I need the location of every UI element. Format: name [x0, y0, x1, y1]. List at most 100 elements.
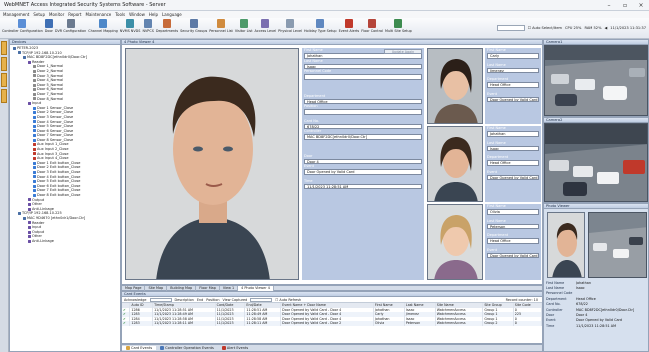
acknowledge-button[interactable]: Acknowledge — [124, 298, 147, 302]
view-captured-input[interactable] — [250, 297, 273, 302]
tab-building-map[interactable]: Building Map — [167, 285, 197, 291]
toolbar-label: Controller Configuration — [2, 29, 43, 33]
menu-monitor[interactable]: Monitor — [49, 12, 64, 17]
nvms-nvds-icon — [126, 19, 135, 28]
toolbar-controller-configuration-button[interactable]: Controller Configuration — [2, 18, 43, 33]
camera1-panel: Camera1 — [543, 39, 649, 117]
toolbar-label: Visitor List — [234, 29, 253, 33]
cpu-usage: CPU 25% — [565, 26, 582, 30]
camera2-feed[interactable] — [544, 123, 648, 202]
tree-node-icon — [33, 170, 36, 174]
close-button[interactable]: × — [633, 2, 649, 9]
tree-node[interactable]: Anti-Linkage — [11, 239, 120, 244]
door-value: Door 4 — [576, 313, 588, 318]
toolbar-security-groups-button[interactable]: Security Groups — [180, 18, 207, 33]
toolbar-access-level-button[interactable]: Access Level — [255, 18, 276, 33]
menu-management[interactable]: Management — [3, 12, 29, 17]
side-detail-row: Time 11/1/2023 11:28:51 AM — [546, 323, 648, 328]
tree-node-icon — [28, 239, 31, 243]
dock-tab-4[interactable] — [1, 89, 7, 103]
maximize-button[interactable]: ▫ — [617, 2, 633, 9]
tree-node-icon — [33, 184, 36, 188]
search-field[interactable] — [496, 25, 525, 31]
menu-tools[interactable]: Tools — [115, 12, 125, 17]
tree-node-icon — [13, 46, 16, 50]
menu-help[interactable]: Help — [149, 12, 158, 17]
toolbar-multi-site-setup-button[interactable]: Multi Site Setup — [385, 18, 412, 33]
tab-controller-operation-events[interactable]: Controller Operation Events — [156, 346, 218, 350]
event-type-tabs: Card Events Controller Operation Events … — [121, 344, 543, 352]
toolbar-nvpcs-button[interactable]: NVPCS — [142, 18, 154, 33]
menu-maintenance[interactable]: Maintenance — [86, 12, 112, 17]
photo-viewer-mini-panel: Photo Viewer First Name Johathan Last Name… — [543, 203, 649, 352]
side-detail-row: First Name Johathan — [546, 280, 648, 285]
tree-node-icon — [33, 138, 36, 142]
tree-node-label: Anti-Linkage — [32, 238, 54, 243]
physical-level-icon — [286, 19, 295, 28]
view-captured-button[interactable]: View Captured — [222, 298, 247, 302]
toolbar-event-alerts-button[interactable]: Event Alerts — [339, 18, 359, 33]
toolbar-label: Floor Control — [361, 29, 383, 33]
toolbar-holiday-type-setup-button[interactable]: Holiday Type Setup — [304, 18, 337, 33]
tree-node-icon — [33, 193, 36, 197]
minimize-button[interactable]: – — [601, 2, 617, 9]
clock-datetime: 11/1/2023 11:31:37 — [610, 26, 646, 30]
tree-node-icon — [28, 230, 31, 234]
tab-floor-map[interactable]: Floor Map — [196, 285, 220, 291]
multi-site-setup-icon — [394, 19, 403, 28]
toolbar-departments-button[interactable]: Departments — [156, 18, 178, 33]
table-row[interactable]: ✔ 1283 11/1/2023 11:28:11 AM 11/1/2023 11:28… — [122, 321, 543, 326]
toolbar-label: Channel Mapping — [88, 29, 118, 33]
card-person-photo — [427, 48, 483, 124]
tab-site-map[interactable]: Site Map — [145, 285, 168, 291]
dock-tab-2[interactable] — [1, 57, 7, 71]
tree-node-icon — [28, 225, 31, 229]
table-cell: 1283 — [129, 321, 154, 326]
dock-tab-3[interactable] — [1, 73, 7, 87]
dock-tab-1[interactable] — [1, 41, 7, 55]
menu-window[interactable]: Window — [129, 12, 145, 17]
tree-node-icon — [33, 157, 36, 161]
menu-report[interactable]: Report — [68, 12, 81, 17]
toolbar-nvms-nvds-button[interactable]: NVMS NVDS — [119, 18, 141, 33]
mini-camera-feed[interactable] — [588, 212, 647, 278]
toolbar-visitor-list-button[interactable]: Visitor List — [235, 18, 253, 33]
toolbar-channel-mapping-button[interactable]: Channel Mapping — [88, 18, 118, 33]
tree-node-icon — [33, 65, 36, 69]
main-person-photo — [125, 48, 299, 280]
acknowledge-input[interactable] — [149, 297, 172, 302]
menu-language[interactable]: Language — [162, 12, 182, 17]
tree-node-icon — [33, 189, 36, 193]
table-cell: 11:28:11 AM — [244, 321, 282, 326]
access-level-icon — [261, 19, 270, 28]
toolbar-physical-level-button[interactable]: Physical Level — [278, 18, 302, 33]
auto-select-checkbox[interactable]: ☐ Auto Select/Item — [528, 26, 562, 30]
camera1-feed[interactable] — [544, 45, 648, 116]
speaker-icon[interactable]: ◀ — [605, 26, 608, 30]
channel-mapping-icon — [99, 19, 108, 28]
toolbar-dvr-configuration-button[interactable]: DVR Configuration — [55, 18, 86, 33]
update-again-button[interactable]: Update Again — [384, 49, 422, 54]
end-label: End — [196, 297, 204, 302]
tab-map-page[interactable]: Map Page — [122, 285, 146, 291]
tab-view-1[interactable]: View 1 — [220, 285, 239, 291]
menu-setup[interactable]: Setup — [33, 12, 45, 17]
tab-photo-viewer[interactable]: 4 Photo Viewer 4 — [238, 285, 274, 291]
toolbar-label: Personnel List — [209, 29, 233, 33]
tab-alert-events[interactable]: Alert Events — [218, 346, 252, 350]
tree-node-icon — [28, 202, 31, 206]
tree-node-icon — [33, 115, 36, 119]
toolbar-door-button[interactable]: Door — [45, 18, 53, 33]
department-label: Department — [546, 296, 567, 301]
camera2-panel: Camera2 — [543, 117, 649, 203]
tab-card-events[interactable]: Card Events — [122, 346, 157, 350]
toolbar-label: NVMS NVDS — [119, 29, 141, 33]
toolbar-personnel-list-button[interactable]: Personnel List — [209, 18, 233, 33]
card-person-details: First Name Carly Last Name Jimenez Departmen… — [485, 48, 541, 124]
auto-select-label: Auto Select/Item — [532, 26, 563, 30]
time-label: Time — [546, 323, 555, 328]
toolbar-label: Departments — [155, 29, 179, 33]
auto-refresh-checkbox[interactable]: ☐ Auto Refresh — [275, 298, 301, 302]
toolbar-floor-control-button[interactable]: Floor Control — [361, 18, 383, 33]
tree-node-icon — [33, 134, 36, 138]
